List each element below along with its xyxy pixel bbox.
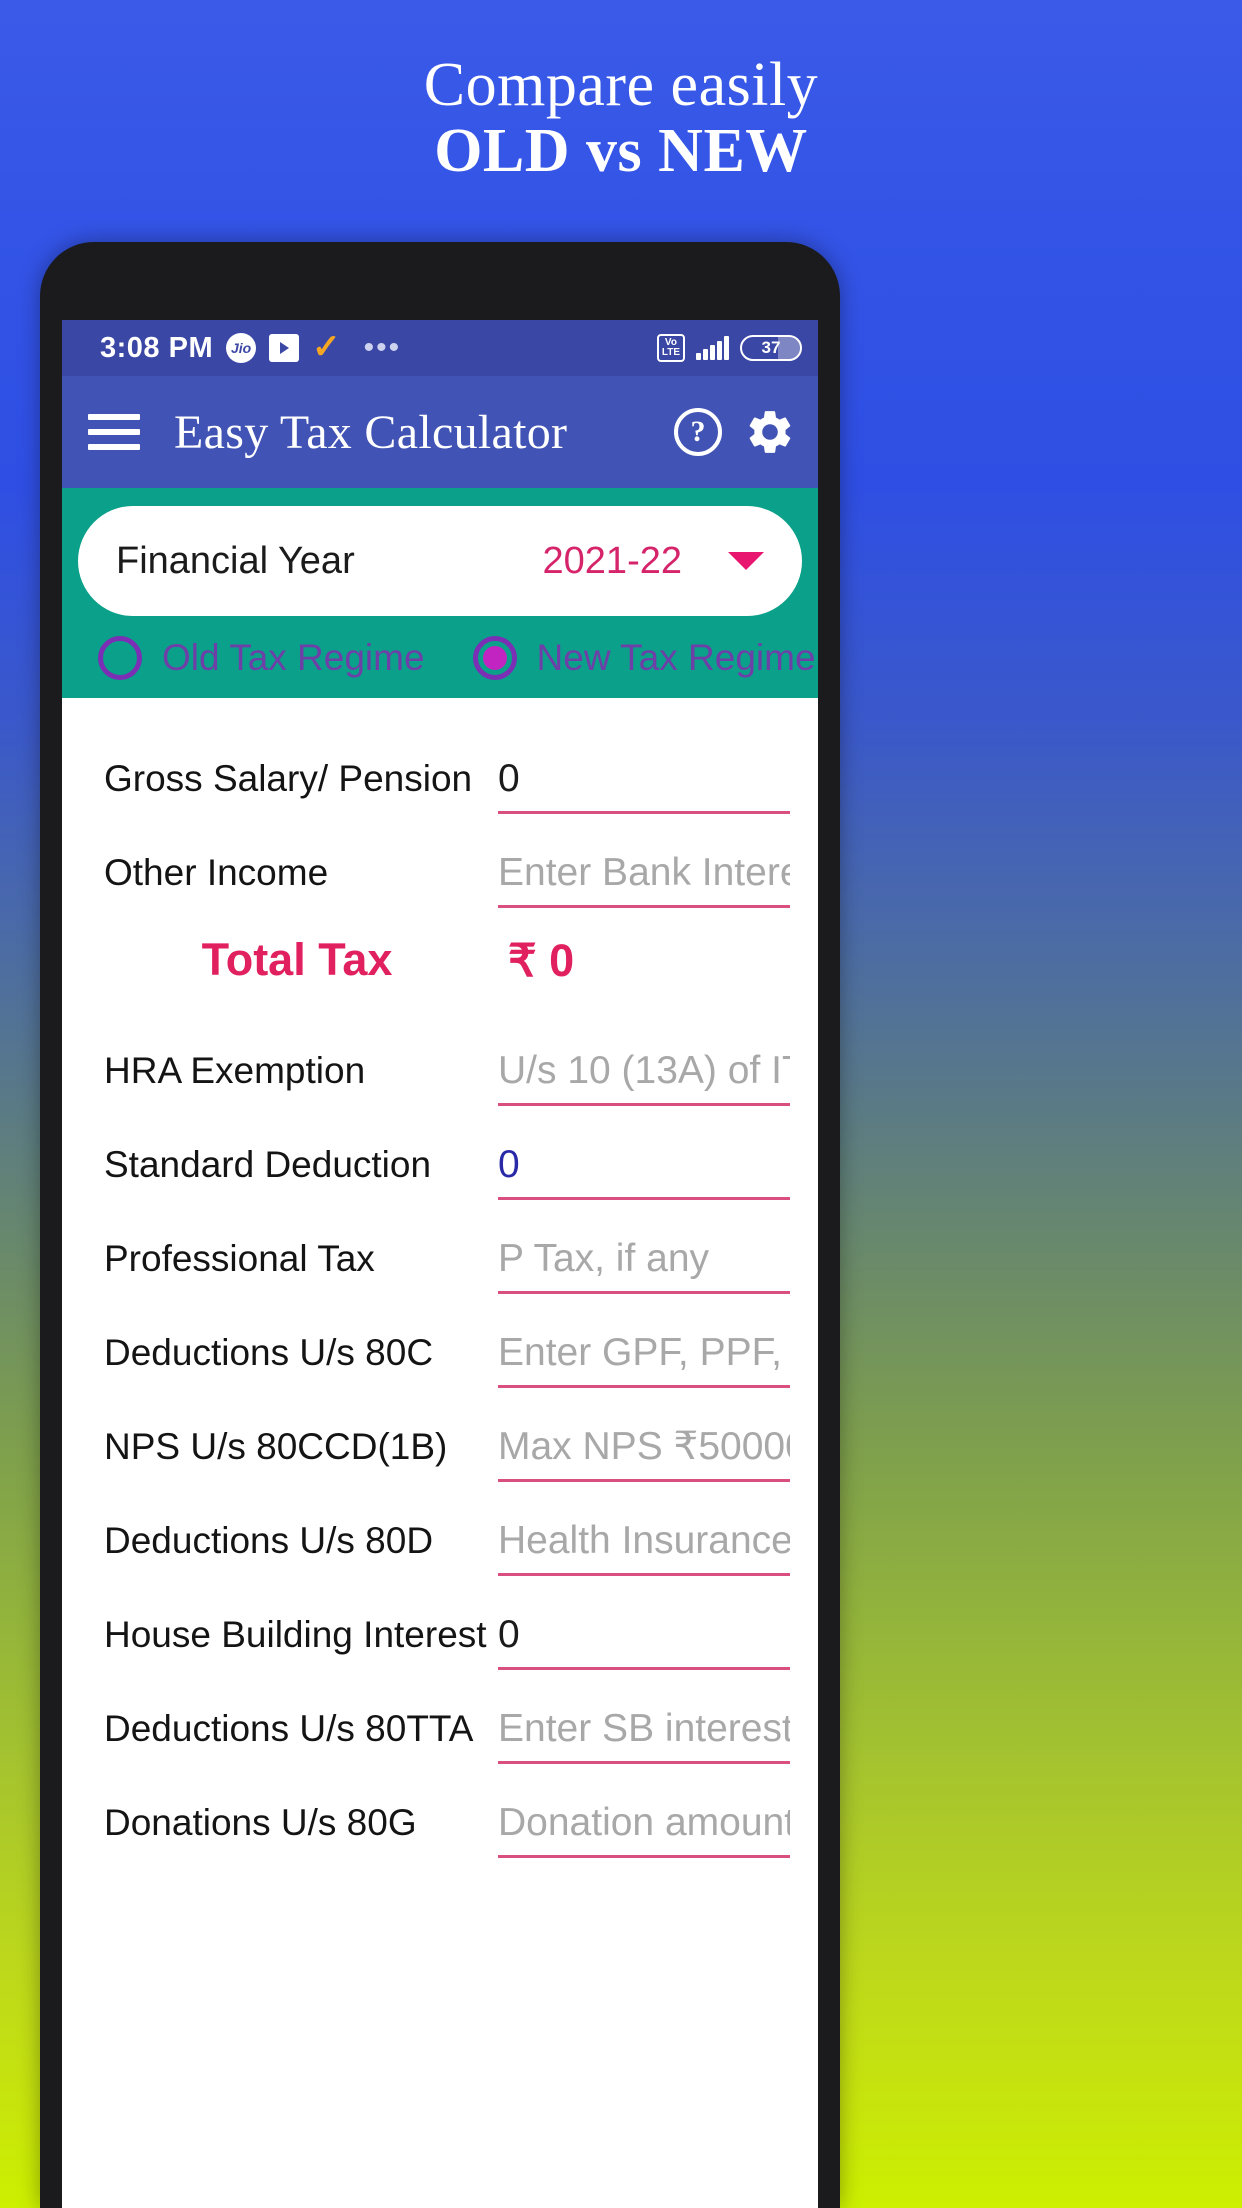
financial-year-selector[interactable]: Financial Year 2021-22	[78, 506, 802, 616]
radio-new-tax-regime[interactable]: New Tax Regime	[472, 636, 816, 680]
radio-new-tax-regime-label: New Tax Regime	[536, 637, 816, 678]
help-button[interactable]: ?	[674, 408, 722, 456]
field-label-professional-tax: Professional Tax	[104, 1238, 375, 1279]
field-label-hra-exemption: HRA Exemption	[104, 1050, 366, 1091]
app-title: Easy Tax Calculator	[174, 405, 568, 459]
field-placeholder-deductions-80tta: Enter SB interest	[498, 1707, 790, 1750]
field-row-nps-80ccd1b: NPS U/s 80CCD(1B) Max NPS ₹50000	[72, 1388, 808, 1482]
field-input-deductions-80tta[interactable]: Enter SB interest	[498, 1707, 790, 1764]
field-label-gross-salary: Gross Salary/ Pension	[104, 758, 473, 799]
field-label-standard-deduction: Standard Deduction	[104, 1144, 432, 1185]
promo-header: Compare easily OLD vs NEW	[0, 0, 1242, 240]
field-placeholder-other-income: Enter Bank Interest	[498, 851, 790, 894]
signal-strength-icon	[696, 336, 729, 360]
field-label-deductions-80d: Deductions U/s 80D	[104, 1520, 434, 1561]
field-row-standard-deduction: Standard Deduction 0	[72, 1106, 808, 1200]
field-label-nps-80ccd1b: NPS U/s 80CCD(1B)	[104, 1426, 448, 1467]
field-input-gross-salary[interactable]: 0	[498, 757, 790, 814]
field-row-hra-exemption: HRA Exemption U/s 10 (13A) of ITR	[72, 1012, 808, 1106]
field-label-deductions-80c: Deductions U/s 80C	[104, 1332, 434, 1373]
volte-icon-bottom: LTE	[661, 347, 680, 358]
field-input-standard-deduction[interactable]: 0	[498, 1143, 790, 1200]
field-row-house-building-interest: House Building Interest 0	[72, 1576, 808, 1670]
field-value-standard-deduction: 0	[498, 1143, 520, 1186]
field-row-donations-80g: Donations U/s 80G Donation amount	[72, 1764, 808, 1858]
regime-section: Financial Year 2021-22 Old Tax Regime Ne…	[62, 488, 818, 698]
tax-form-card: Gross Salary/ Pension 0 Other Income Ent…	[72, 698, 808, 1998]
jio-icon: Jio	[226, 333, 257, 363]
total-tax-label: Total Tax	[201, 934, 393, 985]
status-bar: 3:08 PM Jio ✓ ••• Vo LTE 37	[62, 320, 818, 376]
radio-old-tax-regime[interactable]: Old Tax Regime	[98, 636, 425, 680]
volte-icon: Vo LTE	[656, 334, 685, 362]
field-value-house-building-interest: 0	[498, 1613, 520, 1656]
field-placeholder-hra-exemption: U/s 10 (13A) of ITR	[498, 1049, 790, 1092]
media-player-icon	[269, 334, 300, 362]
field-input-donations-80g[interactable]: Donation amount	[498, 1801, 790, 1858]
chevron-down-icon[interactable]	[728, 552, 764, 570]
field-placeholder-professional-tax: P Tax, if any	[498, 1237, 710, 1280]
field-input-nps-80ccd1b[interactable]: Max NPS ₹50000	[498, 1424, 790, 1482]
settings-button[interactable]	[744, 406, 796, 458]
radio-old-tax-regime-label: Old Tax Regime	[162, 637, 425, 678]
radio-old-tax-regime-indicator	[98, 636, 142, 680]
regime-radio-group: Old Tax Regime New Tax Regime	[62, 616, 818, 698]
radio-new-tax-regime-indicator	[472, 636, 517, 680]
phone-frame: 3:08 PM Jio ✓ ••• Vo LTE 37 Easy Tax Cal…	[40, 242, 840, 2208]
field-row-deductions-80d: Deductions U/s 80D Health Insurance Prem…	[72, 1482, 808, 1576]
help-icon: ?	[674, 408, 722, 456]
field-placeholder-deductions-80c: Enter GPF, PPF, LIC etc	[498, 1331, 790, 1374]
field-placeholder-donations-80g: Donation amount	[498, 1801, 790, 1844]
checkmark-icon: ✓	[312, 328, 341, 367]
field-input-hra-exemption[interactable]: U/s 10 (13A) of ITR	[498, 1049, 790, 1106]
field-input-other-income[interactable]: Enter Bank Interest	[498, 851, 790, 908]
battery-level: 37	[761, 338, 781, 357]
field-value-gross-salary: 0	[498, 757, 520, 800]
menu-icon[interactable]	[88, 414, 140, 450]
field-placeholder-deductions-80d: Health Insurance Premium	[498, 1519, 790, 1562]
financial-year-label: Financial Year	[116, 539, 355, 582]
promo-subheadline: OLD vs NEW	[434, 116, 808, 185]
status-time: 3:08 PM	[100, 331, 214, 364]
overflow-dots-icon: •••	[363, 331, 402, 364]
field-input-deductions-80c[interactable]: Enter GPF, PPF, LIC etc	[498, 1331, 790, 1388]
total-tax-row: Total Tax ₹ 0	[72, 908, 808, 1012]
battery-icon: 37	[740, 335, 802, 361]
gear-icon	[749, 411, 791, 453]
financial-year-value: 2021-22	[542, 539, 682, 582]
field-row-gross-salary: Gross Salary/ Pension 0	[72, 720, 808, 814]
field-input-deductions-80d[interactable]: Health Insurance Premium	[498, 1519, 790, 1576]
promo-headline: Compare easily	[423, 50, 819, 119]
status-bar-left: 3:08 PM Jio ✓ •••	[100, 328, 657, 367]
field-placeholder-nps-80ccd1b: Max NPS ₹50000	[498, 1425, 790, 1468]
field-row-professional-tax: Professional Tax P Tax, if any	[72, 1200, 808, 1294]
field-input-house-building-interest[interactable]: 0	[498, 1613, 790, 1670]
field-label-house-building-interest: House Building Interest	[104, 1614, 487, 1655]
field-row-deductions-80tta: Deductions U/s 80TTA Enter SB interest	[72, 1670, 808, 1764]
field-row-other-income: Other Income Enter Bank Interest	[72, 814, 808, 908]
field-label-donations-80g: Donations U/s 80G	[104, 1802, 417, 1843]
total-tax-value: ₹ 0	[508, 934, 575, 986]
status-bar-right: Vo LTE 37	[656, 334, 802, 362]
field-input-professional-tax[interactable]: P Tax, if any	[498, 1237, 790, 1294]
field-label-deductions-80tta: Deductions U/s 80TTA	[104, 1708, 474, 1749]
field-row-deductions-80c: Deductions U/s 80C Enter GPF, PPF, LIC e…	[72, 1294, 808, 1388]
phone-screen: 3:08 PM Jio ✓ ••• Vo LTE 37 Easy Tax Cal…	[62, 320, 818, 2208]
field-label-other-income: Other Income	[104, 852, 329, 893]
app-bar: Easy Tax Calculator ?	[62, 376, 818, 488]
